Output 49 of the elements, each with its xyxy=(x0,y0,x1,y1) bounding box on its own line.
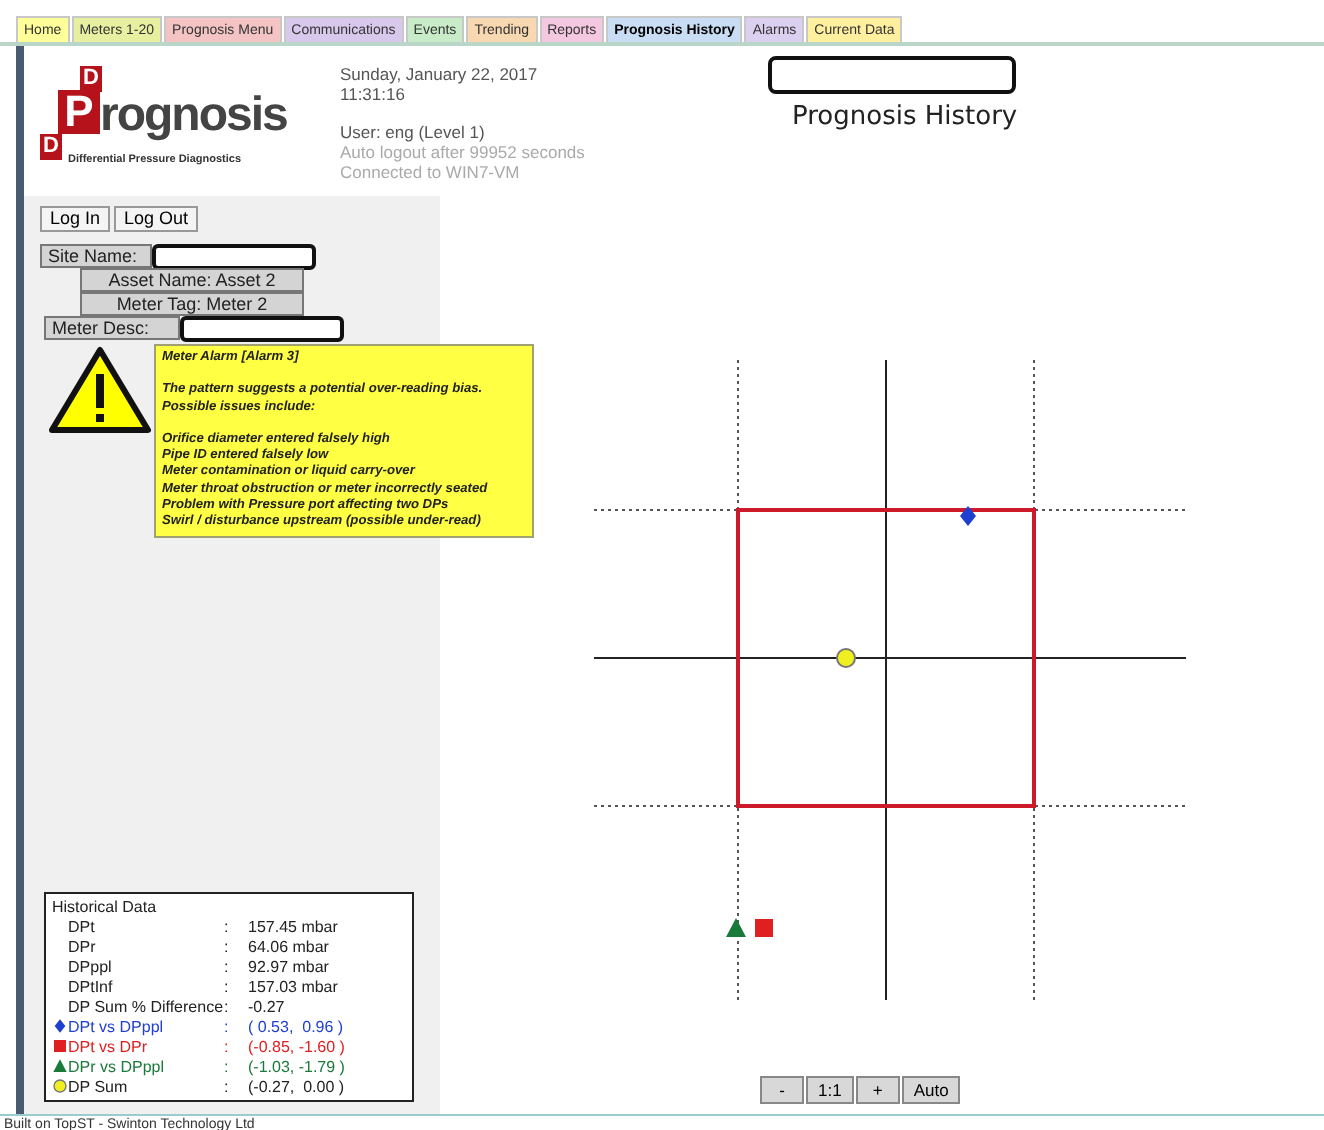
triangle-icon xyxy=(52,1056,68,1076)
data-label: DPr vs DPppl xyxy=(68,1057,167,1075)
zoom-button[interactable]: + xyxy=(855,1076,900,1104)
data-value: (-1.03, -1.79 ) xyxy=(248,1057,347,1075)
colon-text: : xyxy=(224,977,231,995)
colon-text: : xyxy=(224,917,231,935)
data-value: ( 0.53, 0.96 ) xyxy=(248,1017,346,1035)
data-label: DPr xyxy=(68,937,98,955)
auth-button[interactable]: Log Out xyxy=(114,206,199,232)
user-text: User: eng (Level 1) xyxy=(340,122,487,142)
data-label: DPppl xyxy=(68,957,114,975)
date-text: Sunday, January 22, 2017 xyxy=(340,64,540,84)
colon-text: : xyxy=(224,937,231,955)
warning-icon xyxy=(48,346,152,434)
data-value: 157.03 mbar xyxy=(248,977,340,995)
page-title: Prognosis History xyxy=(792,102,1018,132)
diamond-icon xyxy=(52,1016,68,1036)
colon-text: : xyxy=(224,997,231,1015)
circle-icon xyxy=(52,1076,68,1096)
meter-info-label: Site Name: xyxy=(40,244,152,268)
colon-text: : xyxy=(224,1077,231,1095)
zoom-button[interactable]: 1:1 xyxy=(806,1076,854,1104)
colon-text: : xyxy=(224,1017,231,1035)
connection-text: Connected to WIN7-VM xyxy=(340,162,522,182)
data-value: -0.27 xyxy=(248,997,287,1015)
zoom-button[interactable]: - xyxy=(760,1076,804,1104)
zoom-button[interactable]: Auto xyxy=(901,1076,961,1104)
panel-title: Historical Data xyxy=(52,898,159,916)
data-value: 157.45 mbar xyxy=(248,917,340,935)
data-label: DP Sum % Difference xyxy=(68,997,224,1015)
data-value: 64.06 mbar xyxy=(248,937,331,955)
data-label: DPt vs DPr xyxy=(68,1037,150,1055)
colon-text: : xyxy=(224,1037,231,1055)
colon-text: : xyxy=(224,957,231,975)
meter-info-label: Meter Desc: xyxy=(44,316,180,340)
data-label: DPtInf xyxy=(68,977,115,995)
auth-button[interactable]: Log In xyxy=(40,206,111,232)
colon-text: : xyxy=(224,1057,231,1075)
meter-info-label: Asset Name: Asset 2 xyxy=(80,268,304,292)
data-label: DPt vs DPppl xyxy=(68,1017,166,1035)
meter-info-label: Meter Tag: Meter 2 xyxy=(80,292,304,316)
data-value: (-0.85, -1.60 ) xyxy=(248,1037,347,1055)
data-value: (-0.27, 0.00 ) xyxy=(248,1077,347,1095)
time-text: 11:31:16 xyxy=(340,84,407,104)
data-value: 92.97 mbar xyxy=(248,957,331,975)
logout-note: Auto logout after 99952 seconds xyxy=(340,142,587,162)
square-icon xyxy=(52,1036,68,1056)
data-label: DPt xyxy=(68,917,97,935)
data-label: DP Sum xyxy=(68,1077,130,1095)
